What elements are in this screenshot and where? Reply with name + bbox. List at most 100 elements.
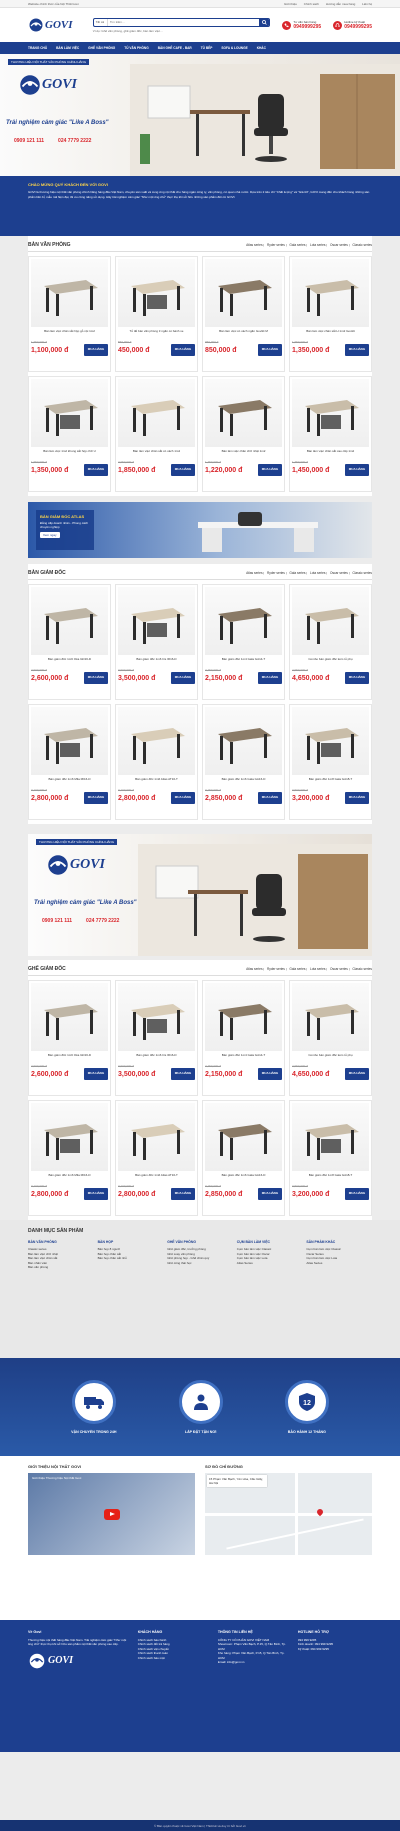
product-name[interactable]: Bàn giám đốc 1m6 Mila MI16-D (31, 777, 108, 786)
product-card[interactable]: Bàn làm việc chân sắt H 1m2 Goviết 1,650,… (289, 256, 372, 372)
buy-button[interactable]: MUA HÀNG (258, 672, 282, 684)
product-card[interactable]: Bàn làm việc chân sắt có vách 1m4 2,050,0… (115, 376, 198, 492)
product-image[interactable] (31, 587, 108, 655)
product-image[interactable] (292, 1103, 369, 1171)
buy-button[interactable]: MUA HÀNG (84, 1188, 108, 1200)
product-card[interactable]: Bàn làm việc chân sắt hộp gỗ nội 1m2 1,35… (28, 256, 111, 372)
series-tab[interactable]: Classic series (352, 967, 372, 971)
nav-item-chair[interactable]: GHẾ VĂN PHÒNG (88, 46, 115, 50)
series-tab[interactable]: Oscar series (330, 571, 348, 575)
product-card[interactable]: Bàn giám đốc 1m6 Iris IR16-D 3,900,000 đ3… (115, 980, 198, 1096)
product-image[interactable] (118, 379, 195, 447)
series-tab[interactable]: Lota series (310, 571, 326, 575)
series-tab[interactable]: Ryder series (267, 967, 285, 971)
product-image[interactable] (118, 707, 195, 775)
product-image[interactable] (292, 379, 369, 447)
buy-button[interactable]: MUA HÀNG (171, 672, 195, 684)
intro-video[interactable]: Giới thiệu Thương hiệu Nội thất Govi (28, 1473, 195, 1555)
buy-button[interactable]: MUA HÀNG (171, 344, 195, 356)
product-name[interactable]: Bàn giám đốc 1m4 Gala GA14-T (205, 1053, 282, 1062)
nav-item-sofa[interactable]: SOFA & LOUNGE (221, 46, 247, 50)
product-name[interactable]: Bàn giám đốc 1m6 Mila MI16-D (31, 1173, 108, 1182)
product-name[interactable]: Bàn giám đốc 1m8 Gala GA18-T (292, 777, 369, 786)
buy-button[interactable]: MUA HÀNG (258, 464, 282, 476)
buy-button[interactable]: MUA HÀNG (171, 464, 195, 476)
buy-button[interactable]: MUA HÀNG (84, 344, 108, 356)
banner-phone[interactable]: 0909 121 111 (42, 918, 72, 924)
series-tab[interactable]: Atlas series (246, 571, 262, 575)
series-tab[interactable]: Classic series (352, 243, 372, 247)
product-image[interactable] (205, 983, 282, 1051)
product-card[interactable]: Bàn làm việc có vách ngăn Goviết M 950,00… (202, 256, 285, 372)
series-tab[interactable]: Gala series (289, 571, 305, 575)
buy-button[interactable]: MUA HÀNG (171, 1068, 195, 1080)
nav-item-home[interactable]: TRANG CHỦ (28, 46, 47, 50)
series-tab[interactable]: Lota series (310, 967, 326, 971)
product-card[interactable]: Bàn giám đốc 1m4 Gala GA14-T 2,450,000 đ2… (202, 980, 285, 1096)
promo-banner-atlas[interactable]: BÀN GIÁM ĐỐC ATLAS Đẳng cấp doanh nhân -… (28, 502, 372, 558)
product-card[interactable]: Combo bàn giám đốc kèm tủ phụ 4,950,000 đ… (289, 980, 372, 1096)
buy-button[interactable]: MUA HÀNG (345, 1068, 369, 1080)
product-name[interactable]: Bàn làm việc chân chữ nhật 1m2 (205, 449, 282, 458)
product-card[interactable]: Bàn làm việc chân sắt cao cấp 1m2 1,750,0… (289, 376, 372, 492)
buy-button[interactable]: MUA HÀNG (345, 344, 369, 356)
product-image[interactable] (31, 259, 108, 327)
product-name[interactable]: Bàn giám đốc 1m6 Oka GD16-D (31, 1053, 108, 1062)
series-tab[interactable]: Ryder series (267, 571, 285, 575)
product-name[interactable]: Bàn làm việc chân sắt có vách 1m4 (118, 449, 195, 458)
buy-button[interactable]: MUA HÀNG (84, 1068, 108, 1080)
top-link[interactable]: Giới thiệu (284, 2, 297, 6)
product-card[interactable]: Bàn giám đốc 1m6 Oka GD16-D 2,900,000 đ 2,… (28, 980, 111, 1096)
nav-item-other[interactable]: KHÁC (257, 46, 266, 50)
product-name[interactable]: Bàn giám đốc 1m6 Atlas AT16-T (118, 777, 195, 786)
product-card[interactable]: Bàn làm việc chân chữ nhật 1m2 1,450,000 … (202, 376, 285, 492)
product-name[interactable]: Bàn giám đốc 1m6 Gala GA16-D (205, 1173, 282, 1182)
product-image[interactable] (292, 707, 369, 775)
series-tab[interactable]: Oscar series (330, 967, 348, 971)
series-tab[interactable]: Atlas series (246, 243, 262, 247)
search-input[interactable] (107, 18, 260, 26)
buy-button[interactable]: MUA HÀNG (171, 792, 195, 804)
product-name[interactable]: Bàn giám đốc 1m6 Iris IR16-D (118, 657, 195, 666)
product-card[interactable]: Tủ để bàn văn phòng 3 ngăn có bánh xe 550… (115, 256, 198, 372)
banner-phone[interactable]: 0909 121 111 (14, 138, 44, 144)
product-image[interactable] (292, 587, 369, 655)
play-icon[interactable] (103, 1509, 120, 1520)
product-image[interactable] (31, 707, 108, 775)
product-name[interactable]: Bàn giám đốc 1m6 Gala GA16-D (205, 777, 282, 786)
map-embed[interactable]: 15 Phạm Văn Bạch, Yên Hòa, Cầu Giấy, Hà … (205, 1473, 372, 1555)
buy-button[interactable]: MUA HÀNG (84, 464, 108, 476)
category-link[interactable]: Ghế công thái học (167, 1261, 233, 1266)
product-image[interactable] (31, 1103, 108, 1171)
buy-button[interactable]: MUA HÀNG (258, 344, 282, 356)
product-name[interactable]: Bàn làm việc 1m2 khung sắt hộp chữ U (31, 449, 108, 458)
product-card[interactable]: Bàn làm việc 1m2 khung sắt hộp chữ U 1,65… (28, 376, 111, 492)
buy-button[interactable]: MUA HÀNG (258, 792, 282, 804)
buy-button[interactable]: MUA HÀNG (171, 1188, 195, 1200)
product-name[interactable]: Bàn giám đốc 1m4 Gala GA14-T (205, 657, 282, 666)
category-link[interactable]: Atlas Series (306, 1261, 372, 1266)
product-image[interactable] (31, 379, 108, 447)
product-image[interactable] (118, 983, 195, 1051)
product-image[interactable] (205, 1103, 282, 1171)
banner-phone[interactable]: 024 7779 2222 (58, 138, 91, 144)
product-name[interactable]: Bàn giám đốc 1m8 Gala GA18-T (292, 1173, 369, 1182)
buy-button[interactable]: MUA HÀNG (345, 672, 369, 684)
product-name[interactable]: Bàn giám đốc 1m6 Iris IR16-D (118, 1053, 195, 1062)
product-name[interactable]: Bàn giám đốc 1m6 Atlas AT16-T (118, 1173, 195, 1182)
series-tab[interactable]: Gala series (289, 967, 305, 971)
product-image[interactable] (118, 587, 195, 655)
buy-button[interactable]: MUA HÀNG (84, 672, 108, 684)
buy-button[interactable]: MUA HÀNG (258, 1068, 282, 1080)
footer-contact-item[interactable]: Email: info@govi.vn (218, 1660, 292, 1664)
category-head[interactable]: BÀN HỌP (98, 1240, 164, 1244)
product-name[interactable]: Tủ để bàn văn phòng 3 ngăn có bánh xe (118, 329, 195, 338)
banner-phone[interactable]: 024 7779 2222 (86, 918, 119, 924)
series-tab[interactable]: Lota series (310, 243, 326, 247)
product-card[interactable]: Bàn giám đốc 1m6 Gala GA16-D 3,150,000 đ2… (202, 704, 285, 820)
top-link[interactable]: Chính sách (304, 2, 319, 6)
product-image[interactable] (205, 587, 282, 655)
product-card[interactable]: Bàn giám đốc 1m6 Atlas AT16-T 3,100,000 đ… (115, 704, 198, 820)
product-name[interactable]: Bàn làm việc chân sắt H 1m2 Goviết (292, 329, 369, 338)
top-link[interactable]: Liên hệ (362, 2, 372, 6)
